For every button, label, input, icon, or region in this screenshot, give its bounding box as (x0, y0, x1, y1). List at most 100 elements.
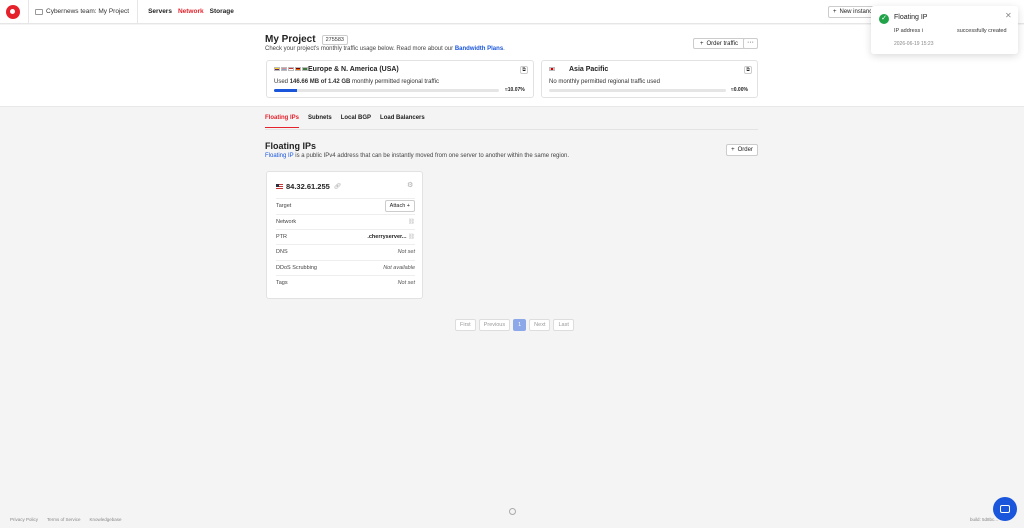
attach-button[interactable]: Attach + (384, 200, 415, 212)
chat-button[interactable] (993, 497, 1017, 521)
card-row-dns: DNS Not set (276, 244, 415, 259)
toast-message: IP address i (894, 28, 923, 34)
tab-floating-ips[interactable]: Floating IPs (265, 115, 300, 128)
usage-suffix: monthly permitted regional traffic (350, 79, 439, 85)
section-subtitle: Floating IP is a public IPv4 address tha… (265, 153, 569, 159)
knowledgebase-link[interactable]: Knowledgebase (90, 517, 122, 522)
row-label: PTR (276, 234, 287, 240)
link-icon[interactable]: 🔗︎ (334, 183, 342, 190)
team-label: Cybernews team: My Project (46, 8, 130, 15)
dns-value: Not set (397, 249, 415, 255)
card-row-target: Target Attach + (276, 198, 415, 213)
project-subtitle: Check your project's monthly traffic usa… (265, 46, 505, 52)
usage-prefix: Used (274, 79, 290, 85)
flag-icon (288, 67, 294, 71)
flag-icon (295, 67, 301, 71)
toast-timestamp: 2026-06-19 15:23 (894, 41, 934, 47)
ptr-value: .cherryserver... (367, 234, 407, 240)
region-name: Asia Pacific (569, 66, 609, 73)
page-title: My Project 275583 (265, 34, 348, 45)
bandwidth-plans-link[interactable]: Bandwidth Plans (455, 46, 503, 52)
tab-local-bgp[interactable]: Local BGP (341, 115, 371, 128)
region-info-icon[interactable]: ⧉ (744, 66, 752, 74)
page-next[interactable]: Next (529, 319, 551, 331)
link-icon[interactable]: ⛓ (408, 234, 415, 240)
plus-icon: + (833, 9, 837, 15)
row-label: Target (276, 203, 292, 209)
close-icon[interactable]: ✕ (1005, 11, 1012, 20)
order-traffic-button[interactable]: + Order traffic (693, 38, 745, 49)
project-id-badge: 275583 (321, 34, 348, 45)
floating-ip-link[interactable]: Floating IP (265, 153, 294, 159)
ptr-value-group: .cherryserver... ⛓ (367, 234, 415, 240)
privacy-policy-link[interactable]: Privacy Policy (10, 517, 38, 522)
team-selector[interactable]: Cybernews team: My Project (35, 8, 129, 15)
region-flags (549, 67, 555, 71)
success-toast: ✓ Floating IP ✕ IP address i successfull… (871, 6, 1018, 54)
region-usage: No monthly permitted regional traffic us… (549, 79, 660, 85)
us-flag-icon (276, 184, 283, 189)
plus-icon: + (731, 147, 735, 153)
toast-title: Floating IP (894, 14, 928, 21)
floating-ip-card: 84.32.61.255 🔗︎ ⚙ Target Attach + Networ… (266, 171, 423, 299)
divider (265, 129, 758, 130)
footer-links: Privacy Policy Terms of Service Knowledg… (10, 517, 122, 522)
ddos-value: Not available (383, 265, 415, 271)
ip-address: 84.32.61.255 (286, 182, 330, 191)
row-label: DNS (276, 249, 288, 255)
link-icon[interactable]: ⛓ (408, 219, 415, 225)
tab-subnets[interactable]: Subnets (308, 115, 332, 128)
check-circle-icon: ✓ (879, 14, 889, 24)
flag-icon (549, 67, 555, 71)
card-row-network: Network ⛓ (276, 214, 415, 229)
more-options-button[interactable]: ··· (743, 38, 758, 49)
order-button[interactable]: + Order (726, 144, 758, 156)
plus-icon: + (699, 40, 704, 47)
toast-message-end: successfully created (957, 28, 1007, 34)
order-label: Order (737, 147, 753, 153)
pagination: First Previous 1 Next Last (455, 319, 574, 331)
region-card-europe: Europe & N. America (USA) ⧉ Used 146.66 … (266, 60, 534, 98)
region-name: Europe & N. America (USA) (308, 66, 399, 73)
row-label: DDoS Scrubbing (276, 265, 317, 271)
page-current[interactable]: 1 (513, 319, 527, 331)
usage-amount: 146.66 MB of 1.42 GB (289, 79, 351, 85)
row-label: Tags (276, 280, 288, 286)
page-first[interactable]: First (455, 319, 476, 331)
card-row-ddos: DDoS Scrubbing Not available (276, 260, 415, 275)
usage-progress-fill (274, 89, 297, 92)
page-last[interactable]: Last (553, 319, 574, 331)
terms-link[interactable]: Terms of Service (47, 517, 81, 522)
row-label: Network (276, 219, 297, 225)
tags-value: Not set (397, 280, 415, 286)
usage-percent: ≈10.07% (505, 87, 525, 93)
divider (28, 0, 29, 24)
region-card-asia: Asia Pacific ⧉ No monthly permitted regi… (541, 60, 758, 98)
gear-icon[interactable]: ⚙ (407, 181, 413, 189)
logo-icon[interactable] (6, 4, 20, 19)
subtitle-suffix: . (503, 46, 505, 52)
ip-header: 84.32.61.255 🔗︎ (276, 182, 341, 191)
region-flags (274, 67, 308, 71)
card-row-ptr: PTR .cherryserver... ⛓ (276, 229, 415, 244)
page-previous[interactable]: Previous (478, 319, 511, 331)
nav-storage[interactable]: Storage (210, 8, 234, 15)
region-usage: Used 146.66 MB of 1.42 GB monthly permit… (274, 79, 439, 85)
build-info: build: 5d8bc... (970, 517, 999, 522)
nav-network[interactable]: Network (178, 8, 204, 15)
project-title: My Project (265, 34, 316, 45)
nav-servers[interactable]: Servers (148, 8, 172, 15)
divider (137, 0, 139, 24)
flag-icon (274, 67, 280, 71)
region-info-icon[interactable]: ⧉ (520, 66, 528, 74)
card-row-tags: Tags Not set (276, 275, 415, 290)
theme-icon[interactable] (509, 508, 516, 515)
tab-load-balancers[interactable]: Load Balancers (380, 115, 425, 128)
section-title: Floating IPs (265, 141, 317, 151)
section-subtitle-text: is a public IPv4 address that can be ins… (293, 153, 570, 159)
flag-icon (281, 67, 287, 71)
network-tabs: Floating IPs Subnets Local BGP Load Bala… (265, 115, 425, 128)
subtitle-text: Check your project's monthly traffic usa… (265, 46, 455, 52)
folder-icon (35, 8, 43, 15)
usage-percent: ≈0.00% (731, 87, 748, 93)
